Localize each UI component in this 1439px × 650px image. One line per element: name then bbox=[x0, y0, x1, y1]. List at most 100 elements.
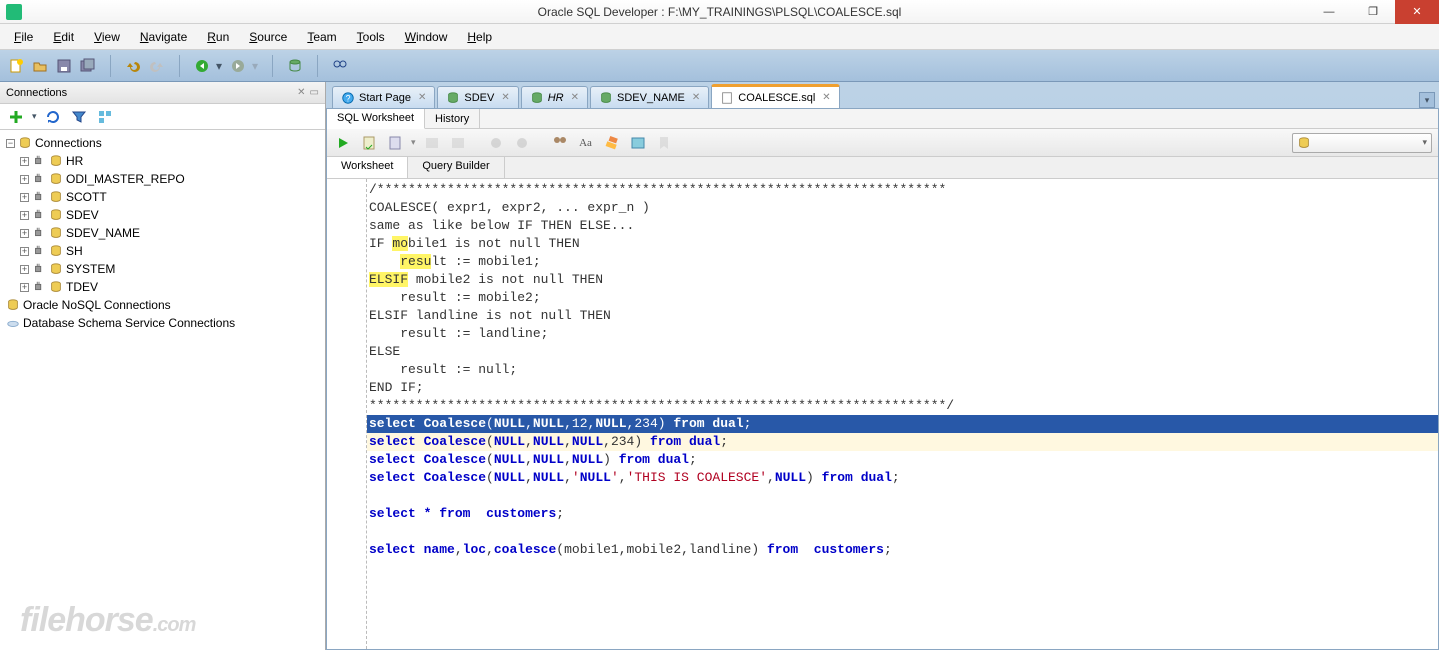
menu-team[interactable]: Team bbox=[299, 27, 344, 47]
code-line[interactable]: select Coalesce(NULL,NULL,NULL,234) from… bbox=[367, 433, 1438, 451]
explain-dropdown-icon[interactable]: ▾ bbox=[411, 137, 416, 148]
tree-item-scott[interactable]: +SCOTT bbox=[2, 188, 323, 206]
code-line[interactable]: result := null; bbox=[367, 361, 1438, 379]
menu-help[interactable]: Help bbox=[459, 27, 500, 47]
tab-hr[interactable]: HR✕ bbox=[521, 86, 588, 108]
code-line[interactable] bbox=[367, 523, 1438, 541]
code-line[interactable]: ELSIF mobile2 is not null THEN bbox=[367, 271, 1438, 289]
tab-close-icon[interactable]: ✕ bbox=[418, 92, 426, 103]
code-line[interactable]: END IF; bbox=[367, 379, 1438, 397]
tree-item-sdev[interactable]: +SDEV bbox=[2, 206, 323, 224]
new-icon[interactable] bbox=[6, 56, 26, 76]
format-icon[interactable] bbox=[550, 133, 570, 153]
add-connection-icon[interactable] bbox=[6, 107, 26, 127]
forward-nav-icon[interactable] bbox=[228, 56, 248, 76]
case-icon[interactable]: Aa bbox=[576, 133, 596, 153]
subtab-history[interactable]: History bbox=[425, 109, 480, 129]
tabs-overflow-icon[interactable]: ▾ bbox=[1419, 92, 1435, 108]
editor-panel: ?Start Page✕SDEV✕HR✕SDEV_NAME✕COALESCE.s… bbox=[326, 82, 1439, 650]
filter-icon[interactable] bbox=[69, 107, 89, 127]
tree-extra-0[interactable]: Oracle NoSQL Connections bbox=[2, 296, 323, 314]
detail-icon[interactable] bbox=[95, 107, 115, 127]
tree-item-hr[interactable]: +HR bbox=[2, 152, 323, 170]
autotrace-icon[interactable] bbox=[422, 133, 442, 153]
back-dropdown-icon[interactable]: ▾ bbox=[216, 59, 224, 73]
tab-coalesce-sql[interactable]: COALESCE.sql✕ bbox=[711, 84, 839, 108]
code-line[interactable]: result := mobile1; bbox=[367, 253, 1438, 271]
saveall-icon[interactable] bbox=[78, 56, 98, 76]
tree-item-sh[interactable]: +SH bbox=[2, 242, 323, 260]
explain-icon[interactable] bbox=[385, 133, 405, 153]
find-icon[interactable] bbox=[330, 56, 350, 76]
worksheet-view-tabs: WorksheetQuery Builder bbox=[327, 157, 1438, 179]
code-line[interactable]: ELSE bbox=[367, 343, 1438, 361]
maximize-button[interactable]: ❐ bbox=[1351, 0, 1395, 24]
tree-extra-1[interactable]: Database Schema Service Connections bbox=[2, 314, 323, 332]
main-toolbar: ▾ ▾ bbox=[0, 50, 1439, 82]
connections-tree[interactable]: −Connections+HR+ODI_MASTER_REPO+SCOTT+SD… bbox=[0, 130, 325, 336]
code-line[interactable]: IF mobile1 is not null THEN bbox=[367, 235, 1438, 253]
tree-item-system[interactable]: +SYSTEM bbox=[2, 260, 323, 278]
add-dropdown-icon[interactable]: ▾ bbox=[32, 111, 37, 122]
code-line[interactable]: result := mobile2; bbox=[367, 289, 1438, 307]
unshared-icon[interactable] bbox=[512, 133, 532, 153]
history-icon[interactable] bbox=[628, 133, 648, 153]
sql-editor[interactable]: /***************************************… bbox=[367, 179, 1438, 649]
svg-text:?: ? bbox=[346, 93, 351, 103]
close-button[interactable]: ✕ bbox=[1395, 0, 1439, 24]
connection-selector[interactable]: ▾ bbox=[1292, 133, 1432, 153]
tab-close-icon[interactable]: ✕ bbox=[822, 92, 830, 103]
code-line[interactable]: ELSIF landline is not null THEN bbox=[367, 307, 1438, 325]
code-line[interactable]: same as like below IF THEN ELSE... bbox=[367, 217, 1438, 235]
tab-start-page[interactable]: ?Start Page✕ bbox=[332, 86, 435, 108]
panel-minimize-icon[interactable]: ▭ bbox=[310, 87, 319, 98]
tree-root[interactable]: −Connections bbox=[2, 134, 323, 152]
open-icon[interactable] bbox=[30, 56, 50, 76]
save-icon[interactable] bbox=[54, 56, 74, 76]
clear-icon[interactable] bbox=[602, 133, 622, 153]
panel-close-icon[interactable]: ✕ bbox=[297, 87, 305, 98]
code-line[interactable] bbox=[367, 487, 1438, 505]
tab-close-icon[interactable]: ✕ bbox=[501, 92, 509, 103]
ws-tab-worksheet[interactable]: Worksheet bbox=[327, 157, 408, 178]
refresh-icon[interactable] bbox=[43, 107, 63, 127]
tab-close-icon[interactable]: ✕ bbox=[692, 92, 700, 103]
menu-window[interactable]: Window bbox=[397, 27, 456, 47]
code-line[interactable]: COALESCE( expr1, expr2, ... expr_n ) bbox=[367, 199, 1438, 217]
tab-close-icon[interactable]: ✕ bbox=[571, 92, 579, 103]
ws-tab-query-builder[interactable]: Query Builder bbox=[408, 157, 504, 178]
bookmark-icon[interactable] bbox=[654, 133, 674, 153]
code-line[interactable]: /***************************************… bbox=[367, 181, 1438, 199]
menu-edit[interactable]: Edit bbox=[45, 27, 82, 47]
tab-sdev_name[interactable]: SDEV_NAME✕ bbox=[590, 86, 709, 108]
redo-icon[interactable] bbox=[147, 56, 167, 76]
code-line[interactable]: select * from customers; bbox=[367, 505, 1438, 523]
subtab-sql-worksheet[interactable]: SQL Worksheet bbox=[327, 109, 425, 129]
run-icon[interactable] bbox=[333, 133, 353, 153]
commit-icon[interactable] bbox=[448, 133, 468, 153]
menu-view[interactable]: View bbox=[86, 27, 128, 47]
code-line[interactable]: result := landline; bbox=[367, 325, 1438, 343]
code-line[interactable]: ****************************************… bbox=[367, 397, 1438, 415]
menu-tools[interactable]: Tools bbox=[349, 27, 393, 47]
run-script-icon[interactable] bbox=[359, 133, 379, 153]
code-line[interactable]: select Coalesce(NULL,NULL,NULL) from dua… bbox=[367, 451, 1438, 469]
back-nav-icon[interactable] bbox=[192, 56, 212, 76]
editor-tabs: ?Start Page✕SDEV✕HR✕SDEV_NAME✕COALESCE.s… bbox=[326, 82, 1439, 108]
sql-icon[interactable] bbox=[285, 56, 305, 76]
code-line[interactable]: select Coalesce(NULL,NULL,'NULL','THIS I… bbox=[367, 469, 1438, 487]
tree-item-tdev[interactable]: +TDEV bbox=[2, 278, 323, 296]
tree-item-sdev_name[interactable]: +SDEV_NAME bbox=[2, 224, 323, 242]
menu-run[interactable]: Run bbox=[199, 27, 237, 47]
forward-dropdown-icon[interactable]: ▾ bbox=[252, 59, 260, 73]
tab-sdev[interactable]: SDEV✕ bbox=[437, 86, 518, 108]
menu-navigate[interactable]: Navigate bbox=[132, 27, 195, 47]
code-line[interactable]: select name,loc,coalesce(mobile1,mobile2… bbox=[367, 541, 1438, 559]
tree-item-odi_master_repo[interactable]: +ODI_MASTER_REPO bbox=[2, 170, 323, 188]
rollback-icon[interactable] bbox=[486, 133, 506, 153]
minimize-button[interactable]: — bbox=[1307, 0, 1351, 24]
code-line[interactable]: select Coalesce(NULL,NULL,12,NULL,234) f… bbox=[367, 415, 1438, 433]
undo-icon[interactable] bbox=[123, 56, 143, 76]
menu-file[interactable]: File bbox=[6, 27, 41, 47]
menu-source[interactable]: Source bbox=[241, 27, 295, 47]
